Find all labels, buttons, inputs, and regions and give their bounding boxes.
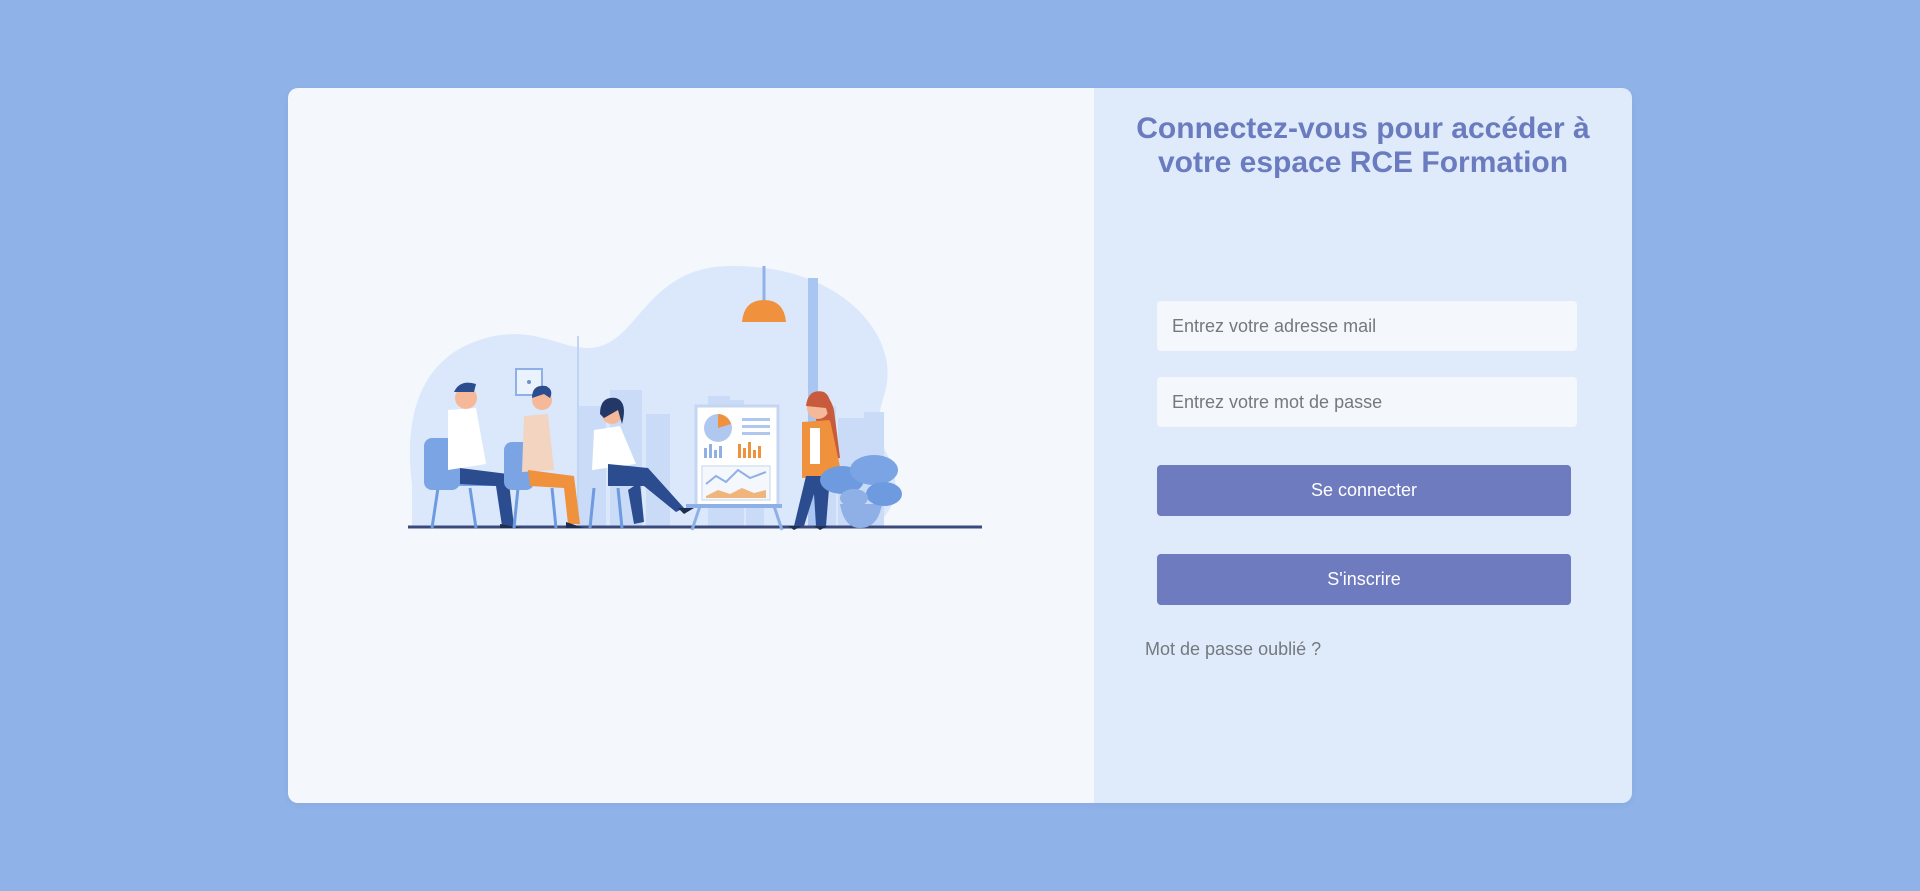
login-button[interactable]: Se connecter xyxy=(1157,465,1571,516)
signup-button[interactable]: S'inscrire xyxy=(1157,554,1571,605)
title-line-1: Connectez-vous pour accéder à xyxy=(1136,112,1590,145)
password-field[interactable] xyxy=(1157,377,1577,427)
login-card: Connectez-vous pour accéder à votre espa… xyxy=(288,88,1632,803)
email-field[interactable] xyxy=(1157,301,1577,351)
title-line-2: votre espace RCE Formation xyxy=(1157,146,1569,179)
training-meeting-illustration xyxy=(408,265,982,531)
login-form-panel: Connectez-vous pour accéder à votre espa… xyxy=(1094,88,1632,803)
login-title: Connectez-vous pour accéder à votre espa… xyxy=(1094,112,1632,180)
forgot-password-link[interactable]: Mot de passe oublié ? xyxy=(1145,639,1321,660)
illustration-panel xyxy=(288,88,1094,803)
